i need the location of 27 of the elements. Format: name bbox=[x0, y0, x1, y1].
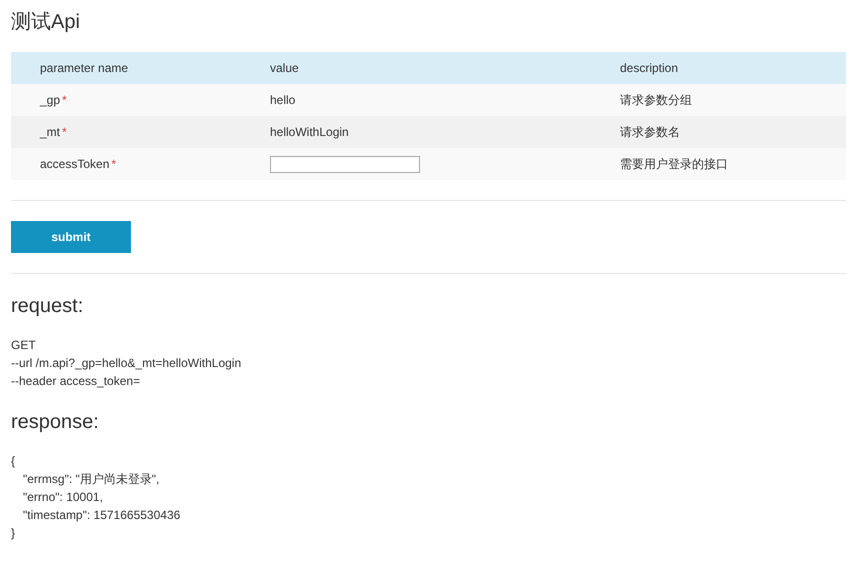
response-line: "errmsg": "用户尚未登录", bbox=[23, 471, 160, 488]
response-line: } bbox=[11, 525, 16, 542]
request-line: --header access_token= bbox=[11, 373, 140, 390]
required-mark: * bbox=[62, 92, 67, 109]
section-heading: request: bbox=[11, 294, 84, 318]
column-header: value bbox=[270, 61, 299, 75]
required-mark: * bbox=[62, 124, 67, 141]
parameter-description: 请求参数分组 bbox=[620, 92, 692, 109]
request-line: GET bbox=[11, 337, 36, 354]
column-header: description bbox=[620, 61, 678, 75]
parameter-description: 请求参数名 bbox=[620, 124, 680, 141]
parameter-description: 需要用户登录的接口 bbox=[620, 156, 728, 173]
required-mark: * bbox=[111, 156, 116, 173]
response-line: { bbox=[11, 453, 16, 470]
response-line: "errno": 10001, bbox=[23, 489, 103, 506]
request-line: --url /m.api?_gp=hello&_mt=helloWithLogin bbox=[11, 355, 242, 372]
submit-button[interactable]: submit bbox=[11, 221, 131, 253]
section-heading: response: bbox=[11, 410, 99, 434]
parameter-value: helloWithLogin bbox=[270, 124, 349, 141]
response-line: "timestamp": 1571665530436 bbox=[23, 507, 180, 524]
page-title: 测试Api bbox=[11, 10, 80, 35]
parameter-name: _mt bbox=[40, 124, 60, 141]
token-input-field[interactable] bbox=[270, 156, 420, 172]
column-header: parameter name bbox=[40, 61, 128, 75]
parameter-value: hello bbox=[270, 92, 296, 109]
parameter-name: accessToken bbox=[40, 156, 110, 173]
parameter-name: _gp bbox=[40, 92, 60, 109]
